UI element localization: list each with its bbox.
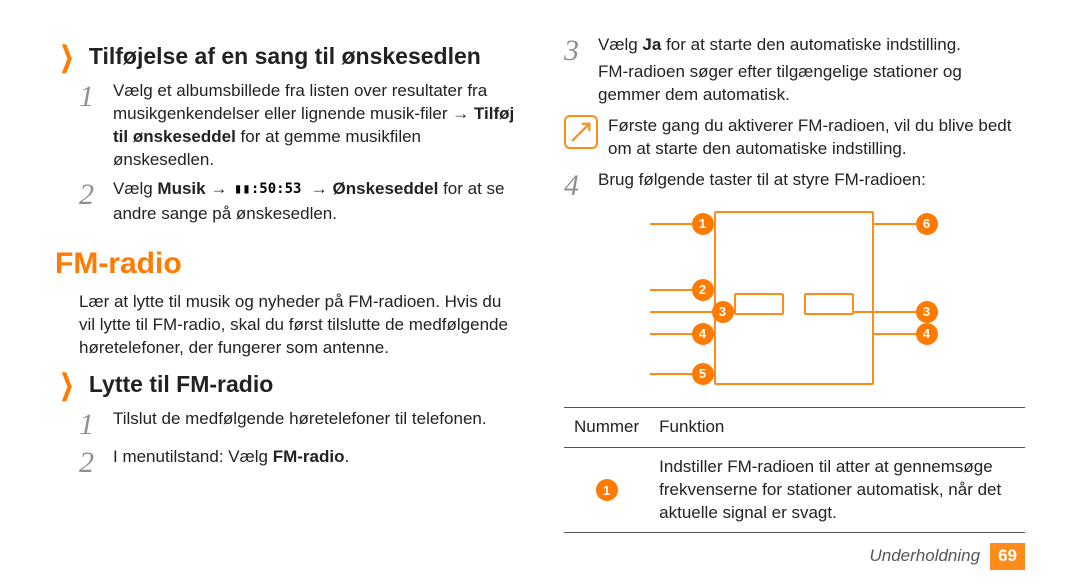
callout-6: 6 <box>874 213 938 235</box>
page-footer: Underholdning 69 <box>869 543 1025 570</box>
th-number: Nummer <box>564 407 649 447</box>
heading-add-song: ❯ Tilføjelse af en sang til ønskesedlen <box>55 38 516 76</box>
step-body: Vælg Musik → ▮▮:50:53 → Ønskeseddel for … <box>113 178 516 227</box>
step-number: 1 <box>79 80 113 172</box>
timecode-icon: ▮▮:50:53 <box>232 179 306 204</box>
text: Vælg <box>598 35 642 54</box>
callout-number-icon: 1 <box>596 479 618 501</box>
step-2: 2 Vælg Musik → ▮▮:50:53 → Ønskeseddel fo… <box>79 178 516 227</box>
section-name: Underholdning <box>869 545 980 568</box>
intro-paragraph: Lær at lytte til musik og nyheder på FM-… <box>79 291 516 360</box>
th-function: Funktion <box>649 407 1025 447</box>
text: . <box>344 447 349 466</box>
heading-fm-radio: FM-radio <box>55 244 516 285</box>
step-number: 4 <box>564 169 598 201</box>
bold: → Ønskeseddel <box>306 179 438 198</box>
left-column: ❯ Tilføjelse af en sang til ønskesedlen … <box>55 32 516 586</box>
step-4: 4 Brug følgende taster til at styre FM-r… <box>564 169 1025 201</box>
bold: Musik <box>157 179 205 198</box>
note: Første gang du aktiverer FM-radioen, vil… <box>564 115 1025 161</box>
text: for at starte den automatiske indstillin… <box>661 35 961 54</box>
callout-1: 1 <box>650 213 714 235</box>
callout-number-icon: 6 <box>916 213 938 235</box>
callout-4r: 4 <box>874 323 938 345</box>
chevron-icon: ❯ <box>60 38 74 76</box>
callout-5: 5 <box>650 363 714 385</box>
step-body: Vælg et albumsbillede fra listen over re… <box>113 80 516 172</box>
diagram-box <box>804 293 854 315</box>
diagram-box <box>734 293 784 315</box>
cell-function: Indstiller FM-radioen til atter at genne… <box>649 447 1025 533</box>
table-header: Nummer Funktion <box>564 407 1025 447</box>
callout-number-icon: 4 <box>692 323 714 345</box>
text: FM-radioen søger efter tilgængelige stat… <box>598 61 1025 107</box>
callout-number-icon: 3 <box>712 301 734 323</box>
callout-number-icon: 3 <box>916 301 938 323</box>
step-3: 3 Vælg Ja for at starte den automatiske … <box>564 34 1025 107</box>
svg-text:▮▮:50:53: ▮▮:50:53 <box>234 181 301 197</box>
note-text: Første gang du aktiverer FM-radioen, vil… <box>608 115 1025 161</box>
heading-add-song-text: Tilføjelse af en sang til ønskesedlen <box>89 43 481 69</box>
step-number: 1 <box>79 408 113 440</box>
step-body: I menutilstand: Vælg FM-radio. <box>113 446 516 478</box>
step-body: Tilslut de medfølgende høretelefoner til… <box>113 408 516 440</box>
step-number: 2 <box>79 446 113 478</box>
step-number: 2 <box>79 178 113 227</box>
diagram: 1 2 3 4 5 6 3 4 <box>564 207 1025 397</box>
step-b2: 2 I menutilstand: Vælg FM-radio. <box>79 446 516 478</box>
step-body: Vælg Ja for at starte den automatiske in… <box>598 34 1025 107</box>
text: Vælg et albumsbillede fra listen over re… <box>113 81 487 123</box>
callout-3: 3 <box>650 301 734 323</box>
callout-4: 4 <box>650 323 714 345</box>
bold: FM-radio <box>273 447 345 466</box>
table-row: 1 Indstiller FM-radioen til atter at gen… <box>564 447 1025 533</box>
callout-number-icon: 5 <box>692 363 714 385</box>
heading-listen-text: Lytte til FM-radio <box>89 371 273 397</box>
step-1: 1 Vælg et albumsbillede fra listen over … <box>79 80 516 172</box>
text: → <box>206 179 232 198</box>
note-icon <box>564 115 598 149</box>
chevron-icon: ❯ <box>60 366 74 404</box>
callout-number-icon: 2 <box>692 279 714 301</box>
callout-number-icon: 1 <box>692 213 714 235</box>
text: Vælg <box>113 179 157 198</box>
cell-number: 1 <box>564 447 649 533</box>
text: I menutilstand: Vælg <box>113 447 273 466</box>
page-number: 69 <box>990 543 1025 570</box>
step-body: Brug følgende taster til at styre FM-rad… <box>598 169 1025 201</box>
step-b1: 1 Tilslut de medfølgende høretelefoner t… <box>79 408 516 440</box>
function-table: Nummer Funktion 1 Indstiller FM-radioen … <box>564 407 1025 534</box>
callout-2: 2 <box>650 279 714 301</box>
step-number: 3 <box>564 34 598 107</box>
bold: Ja <box>642 35 661 54</box>
heading-listen: ❯ Lytte til FM-radio <box>55 366 516 404</box>
callout-3r: 3 <box>854 301 938 323</box>
callout-number-icon: 4 <box>916 323 938 345</box>
right-column: 3 Vælg Ja for at starte den automatiske … <box>564 32 1025 586</box>
